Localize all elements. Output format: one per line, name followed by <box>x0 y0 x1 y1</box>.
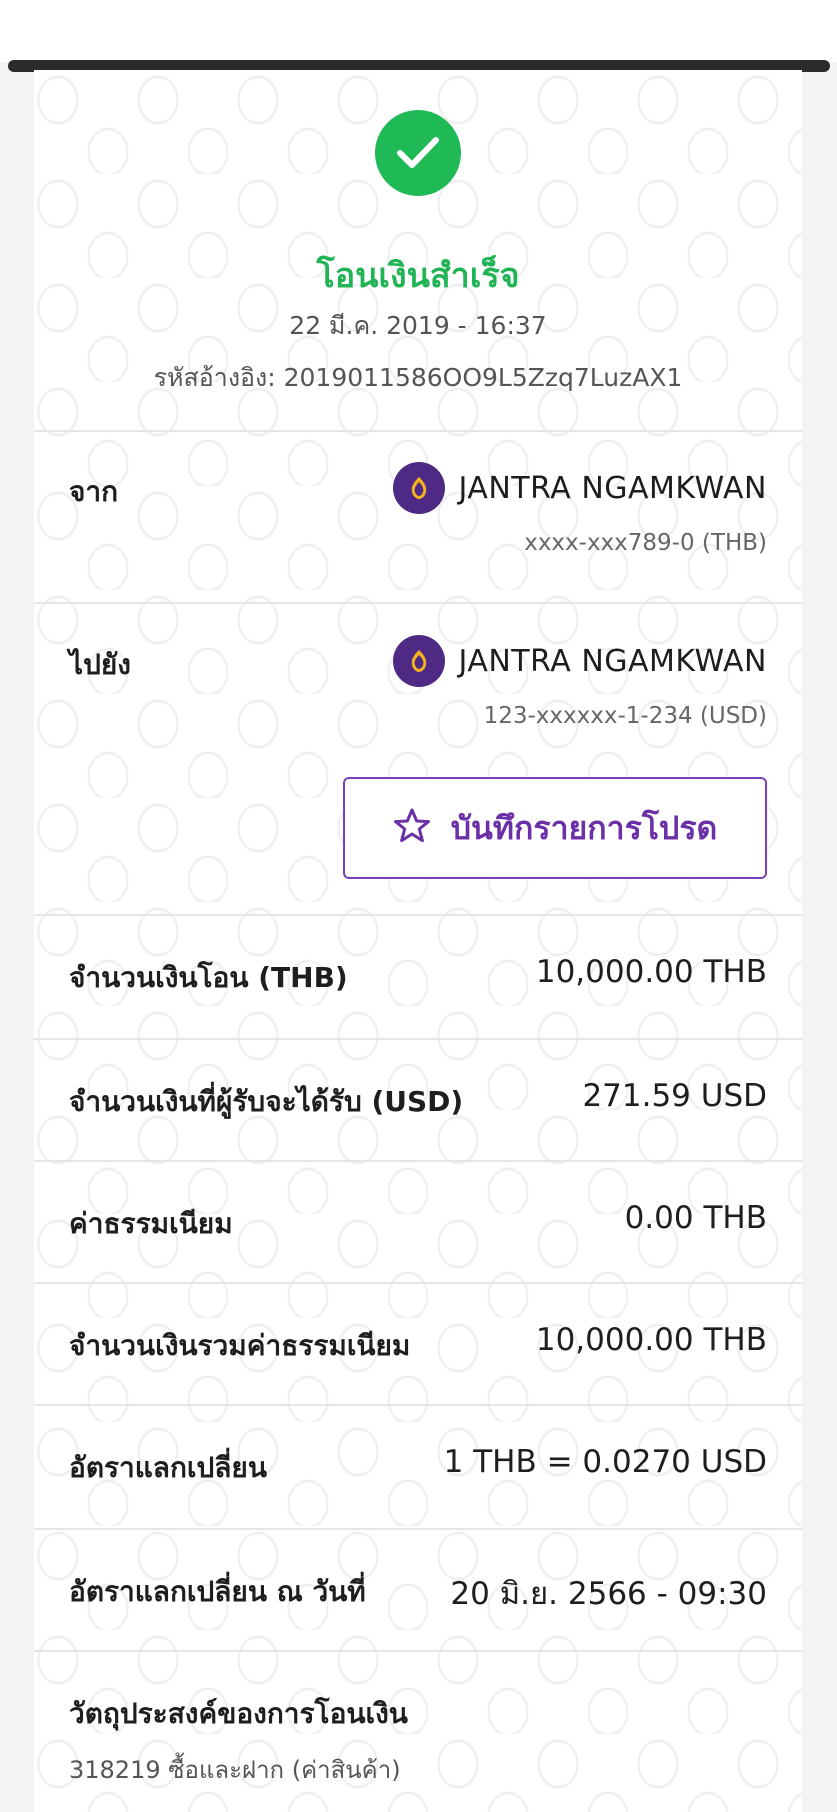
bank-logo-icon <box>392 462 445 514</box>
detail-value: 10,000.00 THB <box>535 954 767 990</box>
success-check-icon <box>375 110 461 196</box>
from-account-name: JANTRA NGAMKWAN <box>458 470 767 506</box>
detail-row-rate-date: อัตราแลกเปลี่ยน ณ วันที่ 20 มิ.ย. 2566 -… <box>34 1530 802 1652</box>
status-bar-area <box>0 0 837 62</box>
detail-row-exchange-rate: อัตราแลกเปลี่ยน 1 THB = 0.0270 USD <box>34 1406 802 1528</box>
detail-value: 1 THB = 0.0270 USD <box>443 1444 767 1480</box>
from-label: จาก <box>69 475 119 508</box>
transfer-status-title: โอนเงินสำเร็จ <box>316 256 520 296</box>
save-favorite-button[interactable]: บันทึกรายการโปรด <box>343 777 767 879</box>
receipt-header: โอนเงินสำเร็จ 22 มี.ค. 2019 - 16:37 รหัส… <box>34 70 802 430</box>
from-account-number: xxxx-xxx789-0 (THB) <box>524 530 767 556</box>
transfer-datetime: 22 มี.ค. 2019 - 16:37 <box>289 311 547 340</box>
save-favorite-label: บันทึกรายการโปรด <box>450 808 718 847</box>
detail-row-fee: ค่าธรรมเนียม 0.00 THB <box>34 1162 802 1284</box>
divider <box>34 430 802 432</box>
detail-label: อัตราแลกเปลี่ยน <box>69 1451 267 1484</box>
detail-label: จำนวนเงินโอน (THB) <box>69 961 348 994</box>
star-icon <box>393 807 431 849</box>
transfer-receipt: โอนเงินสำเร็จ 22 มี.ค. 2019 - 16:37 รหัส… <box>34 70 802 1812</box>
detail-value: 271.59 USD <box>582 1078 767 1114</box>
purpose-value: 318219 ซื้อและฝาก (ค่าสินค้า) <box>69 1756 401 1784</box>
to-label: ไปยัง <box>69 648 131 681</box>
detail-label: จำนวนเงินที่ผู้รับจะได้รับ (USD) <box>69 1085 464 1118</box>
detail-label: อัตราแลกเปลี่ยน ณ วันที่ <box>69 1575 366 1608</box>
detail-label: จำนวนเงินรวมค่าธรรมเนียม <box>69 1329 411 1362</box>
detail-value: 0.00 THB <box>624 1200 767 1236</box>
bank-logo-icon <box>392 635 445 687</box>
purpose-label: วัตถุประสงค์ของการโอนเงิน <box>69 1697 408 1730</box>
detail-row-transfer-amount: จำนวนเงินโอน (THB) 10,000.00 THB <box>34 916 802 1038</box>
detail-label: ค่าธรรมเนียม <box>69 1207 233 1240</box>
divider <box>34 602 802 604</box>
reference-code: รหัสอ้างอิง: 2019011586OO9L5Zzq7LuzAX1 <box>153 363 683 392</box>
detail-value: 20 มิ.ย. 2566 - 09:30 <box>450 1576 767 1612</box>
detail-row-total: จำนวนเงินรวมค่าธรรมเนียม 10,000.00 THB <box>34 1284 802 1406</box>
detail-value: 10,000.00 THB <box>535 1322 767 1358</box>
to-account-number: 123-xxxxxx-1-234 (USD) <box>483 703 767 729</box>
to-account-block: JANTRA NGAMKWAN 123-xxxxxx-1-234 (USD) <box>392 635 767 729</box>
detail-row-received-amount: จำนวนเงินที่ผู้รับจะได้รับ (USD) 271.59 … <box>34 1040 802 1162</box>
to-account-name: JANTRA NGAMKWAN <box>458 643 767 679</box>
divider <box>34 1650 802 1652</box>
from-account-block: JANTRA NGAMKWAN xxxx-xxx789-0 (THB) <box>392 462 767 556</box>
